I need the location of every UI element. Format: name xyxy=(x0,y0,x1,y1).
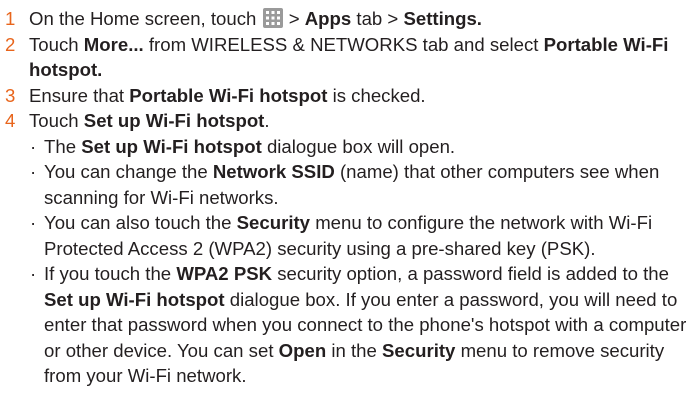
bullet-dot: · xyxy=(30,263,37,284)
step-number: 2 xyxy=(5,33,16,55)
step-text: Touch More... from WIRELESS & NETWORKS t… xyxy=(29,33,669,81)
bullet-dot: · xyxy=(30,135,37,157)
list-item: · You can change the Network SSID (name)… xyxy=(30,161,660,208)
step-2: 2 Touch More... from WIRELESS & NETWORKS… xyxy=(4,32,690,83)
step-number: 3 xyxy=(5,84,16,106)
step-number: 4 xyxy=(5,110,16,131)
step-text: On the Home screen, touch > Apps tab > S… xyxy=(29,8,482,29)
step-4: 4 Touch Set up Wi-Fi hotspot. xyxy=(4,108,690,134)
list-item: · If you touch the WPA2 PSK security opt… xyxy=(30,263,687,386)
apps-grid-icon xyxy=(262,8,283,28)
list-item: · The Set up Wi-Fi hotspot dialogue box … xyxy=(28,134,690,160)
instruction-page: 1 On the Home screen, touch > Apps tab >… xyxy=(0,0,698,418)
bullet-dot: · xyxy=(30,212,37,233)
step-text: Ensure that Portable Wi-Fi hotspot is ch… xyxy=(29,84,426,106)
list-item: · You can also touch the Security menu t… xyxy=(30,212,653,259)
step-number: 1 xyxy=(5,8,16,29)
step-text: Touch Set up Wi-Fi hotspot. xyxy=(29,110,270,131)
step-1: 1 On the Home screen, touch > Apps tab >… xyxy=(4,6,690,32)
bullet-dot: · xyxy=(30,161,37,182)
step-4-bullet-list: · The Set up Wi-Fi hotspot dialogue box … xyxy=(4,134,690,389)
step-3: 3 Ensure that Portable Wi-Fi hotspot is … xyxy=(4,83,690,109)
